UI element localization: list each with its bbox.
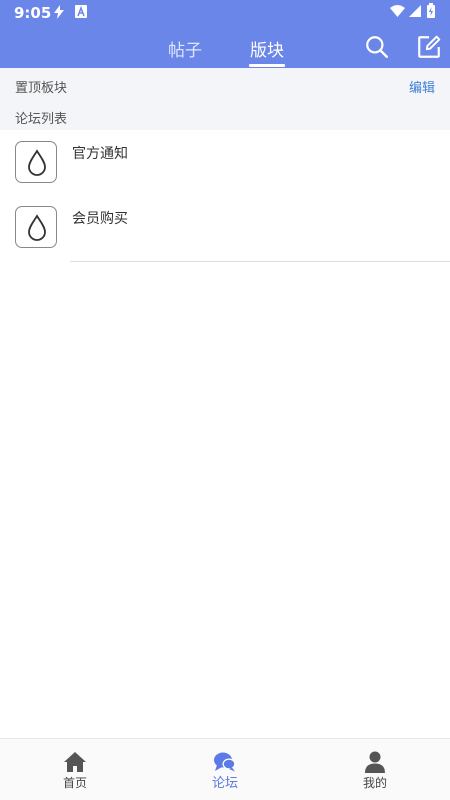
home-icon	[64, 752, 86, 772]
a-icon	[75, 5, 87, 18]
drop-icon	[15, 206, 57, 248]
drop-icon	[15, 141, 57, 183]
forum-name: 会员购买	[72, 211, 128, 227]
active-tab-indicator	[249, 64, 285, 67]
signal-icon	[409, 5, 421, 17]
nav-label: 我的	[362, 776, 387, 790]
forum-name: 官方通知	[72, 146, 128, 162]
app-header: 9:05 帖子 版块	[0, 0, 450, 68]
tab-posts[interactable]: 帖子	[168, 36, 202, 61]
chat-bubbles-icon	[214, 752, 236, 772]
compose-icon[interactable]	[416, 34, 442, 60]
forum-list-label: 论坛列表	[15, 112, 68, 127]
edit-button[interactable]: 编辑	[409, 77, 435, 96]
status-time: 9:05	[14, 4, 52, 22]
forum-item-membership-purchase[interactable]: 会员购买	[0, 196, 450, 262]
status-bar: 9:05	[0, 0, 450, 24]
nav-label: 首页	[62, 776, 87, 790]
bolt-icon	[54, 5, 64, 19]
search-icon[interactable]	[364, 34, 390, 60]
forum-item-official-notice[interactable]: 官方通知	[0, 131, 450, 197]
user-icon	[365, 751, 385, 773]
nav-profile[interactable]: 我的	[300, 739, 450, 800]
bottom-nav: 首页 论坛 我的	[0, 738, 450, 800]
nav-forum[interactable]: 论坛	[150, 739, 300, 800]
battery-icon	[427, 3, 435, 18]
divider	[70, 261, 450, 262]
pinned-boards-label: 置顶板块	[15, 81, 68, 96]
wifi-icon	[390, 5, 405, 17]
nav-label: 论坛	[211, 776, 238, 791]
tab-boards[interactable]: 版块	[250, 36, 284, 61]
nav-home[interactable]: 首页	[0, 739, 150, 800]
header-tabs: 帖子 版块	[0, 24, 450, 68]
section-headers: 置顶板块 编辑 论坛列表	[0, 68, 450, 130]
